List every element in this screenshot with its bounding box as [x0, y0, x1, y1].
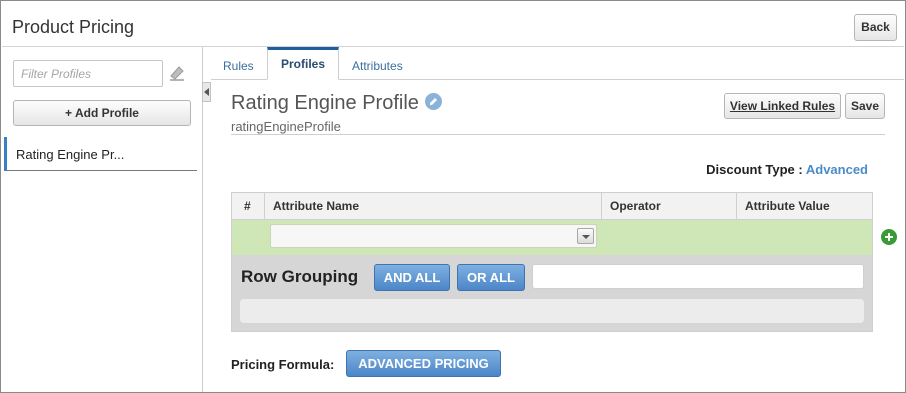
app-window: Product Pricing Back + Add Profile Ratin…	[0, 0, 906, 393]
save-button[interactable]: Save	[845, 93, 885, 119]
divider	[231, 134, 885, 135]
back-button[interactable]: Back	[854, 14, 897, 41]
attributes-table: # Attribute Name Operator Attribute Valu…	[231, 192, 873, 332]
page-title: Product Pricing	[12, 17, 135, 37]
tab-profiles[interactable]: Profiles	[267, 47, 339, 80]
or-all-button[interactable]: OR ALL	[457, 264, 525, 291]
profile-title: Rating Engine Profile	[231, 92, 419, 114]
row-grouping-bar	[240, 299, 864, 323]
column-header-attribute-name: Attribute Name	[265, 193, 602, 220]
profile-list-item[interactable]: Rating Engine Pr...	[4, 137, 197, 171]
selected-marker	[4, 137, 7, 171]
dropdown-arrow-icon[interactable]	[577, 228, 594, 244]
collapse-arrow-icon	[204, 88, 209, 96]
table-header: # Attribute Name Operator Attribute Valu…	[232, 193, 872, 220]
eraser-icon[interactable]	[167, 64, 187, 82]
profile-subtitle: ratingEngineProfile	[231, 119, 341, 134]
table-row	[232, 220, 872, 255]
row-grouping-panel: Row Grouping AND ALL OR ALL	[232, 255, 872, 331]
column-header-operator: Operator	[602, 193, 737, 220]
discount-type-value[interactable]: Advanced	[806, 162, 868, 177]
profile-content: Rating Engine Profile ratingEngineProfil…	[211, 81, 904, 391]
profile-item-label: Rating Engine Pr...	[16, 147, 125, 162]
filter-profiles-input[interactable]	[13, 60, 163, 87]
tab-attributes[interactable]: Attributes	[352, 59, 403, 73]
add-circle-icon[interactable]	[881, 229, 897, 245]
add-profile-button[interactable]: + Add Profile	[13, 100, 191, 126]
view-linked-rules-button[interactable]: View Linked Rules	[724, 93, 841, 119]
tab-bar: Rules Profiles Attributes	[211, 47, 904, 80]
row-grouping-input[interactable]	[532, 264, 864, 289]
pricing-formula-label: Pricing Formula:	[231, 357, 335, 372]
profiles-sidebar: + Add Profile Rating Engine Pr...	[2, 47, 203, 392]
top-header: Product Pricing Back	[2, 2, 904, 47]
advanced-pricing-button[interactable]: ADVANCED PRICING	[346, 350, 501, 377]
column-header-attribute-value: Attribute Value	[745, 199, 830, 213]
and-all-button[interactable]: AND ALL	[374, 264, 450, 291]
discount-type-label: Discount Type :	[706, 162, 803, 177]
column-header-number: #	[232, 193, 265, 220]
attribute-name-select[interactable]	[270, 224, 597, 248]
collapse-sidebar-toggle[interactable]	[202, 82, 211, 102]
row-grouping-label: Row Grouping	[241, 267, 359, 286]
edit-pencil-icon[interactable]	[425, 93, 442, 110]
discount-type: Discount Type : Advanced	[706, 162, 868, 177]
tab-rules[interactable]: Rules	[223, 59, 254, 73]
